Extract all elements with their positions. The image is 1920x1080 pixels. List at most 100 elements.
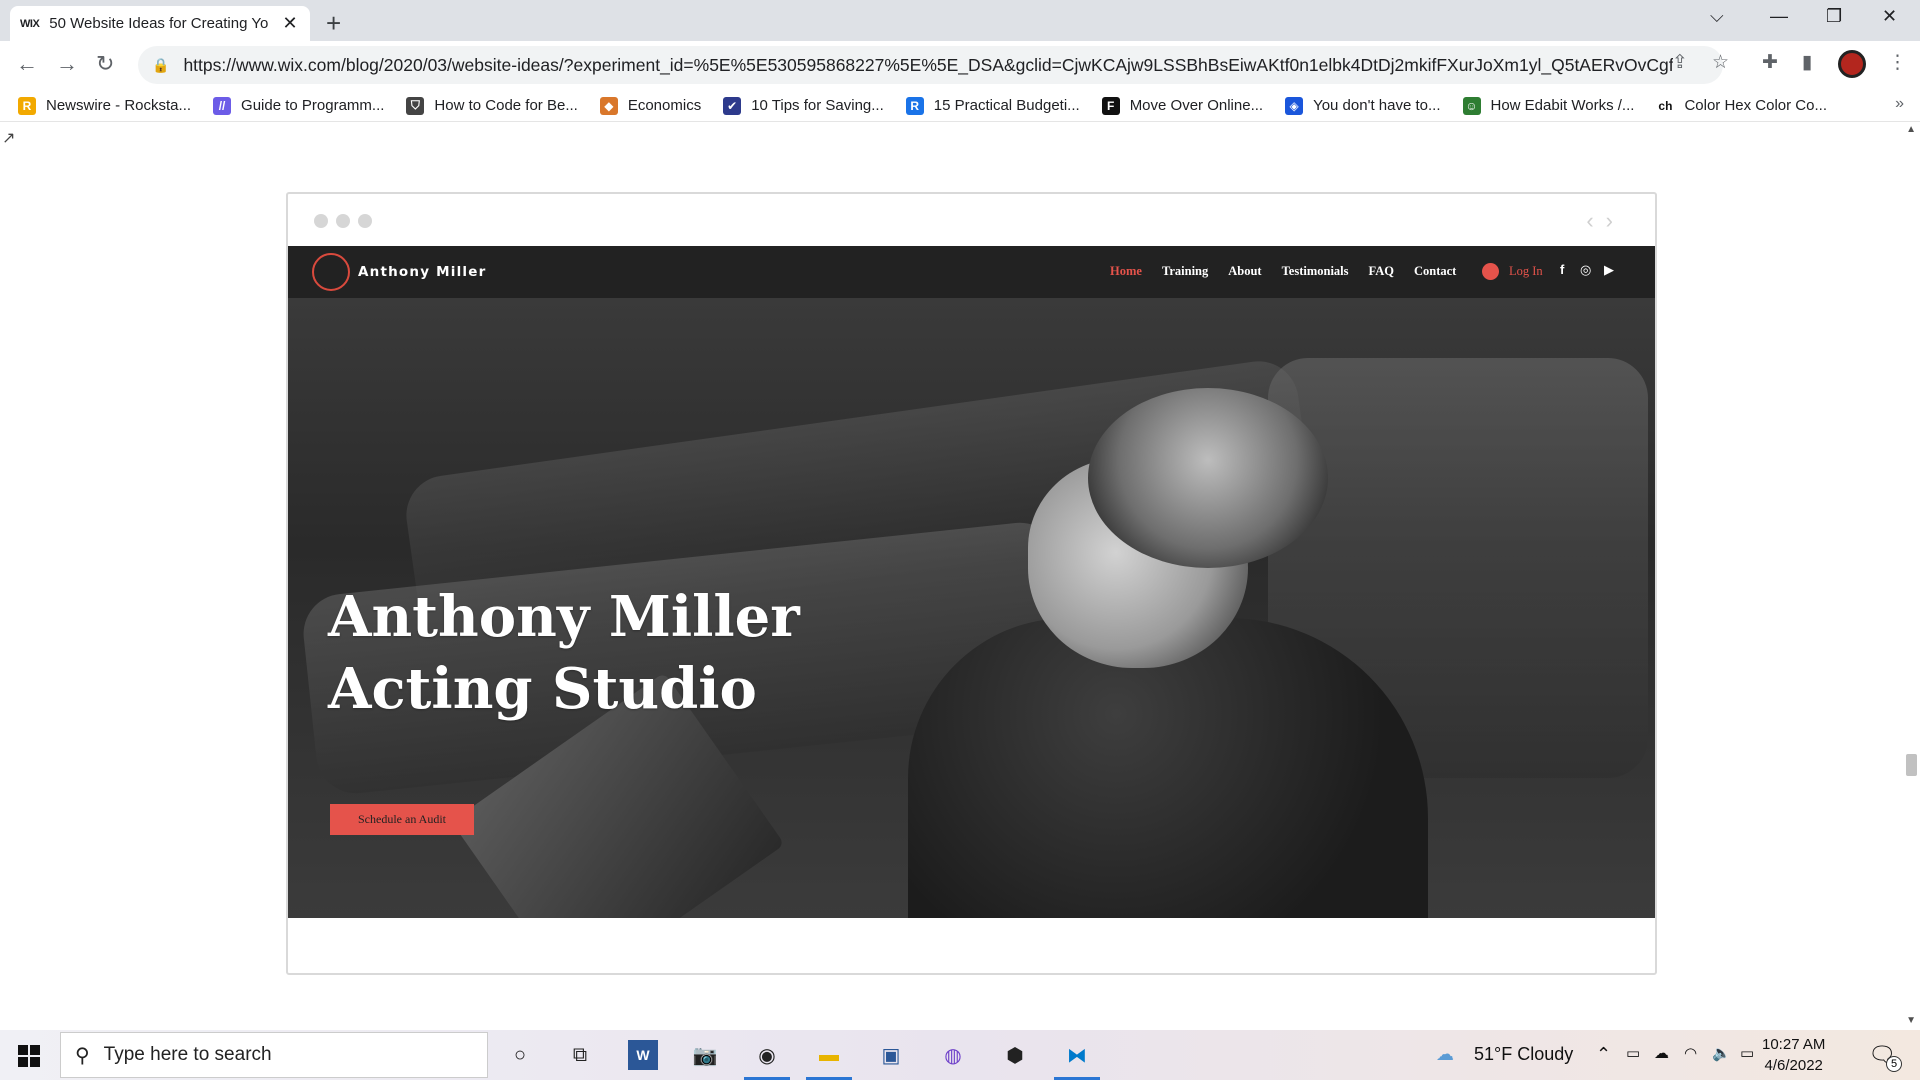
- menu-item-faq[interactable]: FAQ: [1369, 264, 1394, 279]
- bookmark-item[interactable]: ☺ How Edabit Works /...: [1462, 96, 1634, 115]
- taskbar-search-input[interactable]: ⚲ Type here to search: [60, 1032, 488, 1078]
- window-dots: [314, 214, 372, 228]
- edabit-icon: ☺: [1462, 96, 1481, 115]
- bookmark-item[interactable]: ch Color Hex Color Co...: [1656, 96, 1827, 115]
- bookmark-label: How to Code for Be...: [434, 97, 578, 114]
- scroll-up-icon[interactable]: ▲: [1906, 124, 1916, 135]
- minimize-button[interactable]: —: [1770, 6, 1788, 27]
- bookmark-item[interactable]: F Move Over Online...: [1101, 96, 1264, 115]
- dot-icon: [358, 214, 372, 228]
- scrollbar-thumb[interactable]: [1906, 754, 1917, 776]
- menu-item-home[interactable]: Home: [1110, 264, 1142, 279]
- site-logo-text[interactable]: Anthony Miller: [358, 264, 486, 280]
- weather-text[interactable]: 51°F Cloudy: [1474, 1044, 1573, 1065]
- chrome-icon[interactable]: ◉: [744, 1040, 790, 1080]
- bookmark-item[interactable]: ◆ Economics: [599, 96, 702, 115]
- address-bar[interactable]: 🔒 https://www.wix.com/blog/2020/03/websi…: [138, 46, 1723, 84]
- browser-tab[interactable]: WIX 50 Website Ideas for Creating Yo ✕: [10, 6, 310, 41]
- bookmark-item[interactable]: R Newswire - Rocksta...: [18, 96, 191, 115]
- site-menu: Home Training About Testimonials FAQ Con…: [1110, 264, 1456, 279]
- bookmark-label: Color Hex Color Co...: [1684, 97, 1827, 114]
- expand-arrow-icon[interactable]: ↗: [2, 128, 15, 148]
- actor-hair: [1088, 388, 1328, 568]
- back-arrow-icon[interactable]: ←: [16, 51, 38, 77]
- meet-now-icon[interactable]: ▭: [1626, 1044, 1640, 1062]
- hero-image: Anthony Miller Acting Studio Schedule an…: [288, 298, 1655, 918]
- forward-arrow-icon[interactable]: →: [56, 51, 78, 77]
- tab-search-icon[interactable]: ⌵: [1710, 6, 1724, 27]
- restore-button[interactable]: ❐: [1826, 6, 1842, 27]
- file-explorer-icon[interactable]: ▬: [806, 1040, 852, 1080]
- word-icon[interactable]: W: [628, 1040, 658, 1070]
- remote-desktop-icon[interactable]: ▣: [876, 1040, 906, 1070]
- side-panel-icon[interactable]: ▮: [1802, 51, 1812, 74]
- lock-icon[interactable]: 🔒: [152, 57, 169, 74]
- menu-item-contact[interactable]: Contact: [1414, 264, 1456, 279]
- menu-kebab-icon[interactable]: ⋮: [1888, 51, 1907, 74]
- menu-item-testimonials[interactable]: Testimonials: [1282, 264, 1349, 279]
- github-desktop-icon[interactable]: ◍: [938, 1040, 968, 1070]
- dot-icon: [336, 214, 350, 228]
- login-button[interactable]: Log In: [1482, 263, 1543, 280]
- bookmark-label: You don't have to...: [1313, 97, 1441, 114]
- devto-icon: //: [213, 96, 232, 115]
- camera-icon[interactable]: 📷: [690, 1040, 720, 1070]
- bookmark-item[interactable]: R 15 Practical Budgeti...: [905, 96, 1080, 115]
- wix-favicon-icon: WIX: [20, 17, 40, 30]
- bookmark-label: Guide to Programm...: [241, 97, 385, 114]
- bookmark-label: 15 Practical Budgeti...: [933, 97, 1080, 114]
- scroll-down-icon[interactable]: ▼: [1906, 1015, 1916, 1026]
- tab-close-icon[interactable]: ✕: [280, 13, 300, 34]
- browser-toolbar: ← → ↻ 🔒 https://www.wix.com/blog/2020/03…: [0, 41, 1920, 90]
- vscode-icon[interactable]: ⧓: [1054, 1040, 1100, 1080]
- diamond-icon: ◈: [1285, 96, 1304, 115]
- bookmarks-overflow-icon[interactable]: »: [1895, 95, 1904, 113]
- bookmark-icon: ✔: [723, 96, 742, 115]
- dot-icon: [314, 214, 328, 228]
- bookmark-item[interactable]: ⛉ How to Code for Be...: [406, 96, 578, 115]
- schedule-audit-button[interactable]: Schedule an Audit: [330, 804, 474, 835]
- menu-item-about[interactable]: About: [1228, 264, 1261, 279]
- unity-icon[interactable]: ⬢: [1000, 1040, 1030, 1070]
- bookmark-item[interactable]: ✔ 10 Tips for Saving...: [723, 96, 884, 115]
- share-icon[interactable]: ⇪: [1672, 51, 1688, 74]
- onedrive-icon[interactable]: ☁: [1654, 1044, 1669, 1062]
- clock-time: 10:27 AM: [1762, 1036, 1826, 1053]
- scrollbar[interactable]: ▲ ▼: [1903, 122, 1920, 1030]
- facebook-icon[interactable]: f: [1560, 262, 1564, 277]
- task-view-icon[interactable]: ⧉: [565, 1040, 595, 1070]
- url-text[interactable]: https://www.wix.com/blog/2020/03/website…: [183, 55, 1673, 76]
- website-mockup-frame: ‹› Anthony Miller Home Training About Te…: [286, 192, 1657, 975]
- cloud-weather-icon[interactable]: ☁: [1436, 1044, 1454, 1065]
- site-header: Anthony Miller Home Training About Testi…: [288, 246, 1655, 298]
- profile-avatar[interactable]: [1838, 50, 1866, 78]
- extensions-puzzle-icon[interactable]: ✚: [1762, 51, 1778, 74]
- search-placeholder: Type here to search: [103, 1044, 272, 1065]
- search-icon: ⚲: [75, 1044, 90, 1067]
- reload-icon[interactable]: ↻: [96, 51, 114, 77]
- youtube-icon[interactable]: ▶: [1604, 262, 1614, 278]
- system-clock[interactable]: 10:27 AM 4/6/2022: [1762, 1034, 1825, 1076]
- cortana-icon[interactable]: ○: [505, 1040, 535, 1070]
- bookmark-label: Move Over Online...: [1129, 97, 1264, 114]
- bookmark-label: 10 Tips for Saving...: [751, 97, 884, 114]
- wifi-icon[interactable]: ◠: [1684, 1044, 1697, 1062]
- hero-title: Anthony Miller Acting Studio: [328, 581, 800, 725]
- volume-muted-icon[interactable]: 🔈: [1712, 1044, 1731, 1062]
- r-icon: R: [905, 96, 924, 115]
- bookmark-item[interactable]: // Guide to Programm...: [213, 96, 385, 115]
- tray-chevron-icon[interactable]: ⌃: [1596, 1044, 1611, 1065]
- bookmark-label: Economics: [627, 97, 702, 114]
- new-tab-button[interactable]: +: [326, 8, 341, 39]
- shield-icon: ⛉: [406, 96, 425, 115]
- instagram-icon[interactable]: ◎: [1580, 262, 1591, 278]
- close-window-button[interactable]: ✕: [1882, 6, 1897, 27]
- menu-item-training[interactable]: Training: [1162, 264, 1208, 279]
- windows-start-icon[interactable]: [18, 1045, 40, 1067]
- star-icon[interactable]: ☆: [1712, 51, 1729, 74]
- battery-icon[interactable]: ▭: [1740, 1044, 1754, 1062]
- fox-icon: ◆: [599, 96, 618, 115]
- site-preview: Anthony Miller Home Training About Testi…: [288, 246, 1655, 918]
- bookmark-item[interactable]: ◈ You don't have to...: [1285, 96, 1441, 115]
- director-chair-logo-icon[interactable]: [312, 253, 350, 291]
